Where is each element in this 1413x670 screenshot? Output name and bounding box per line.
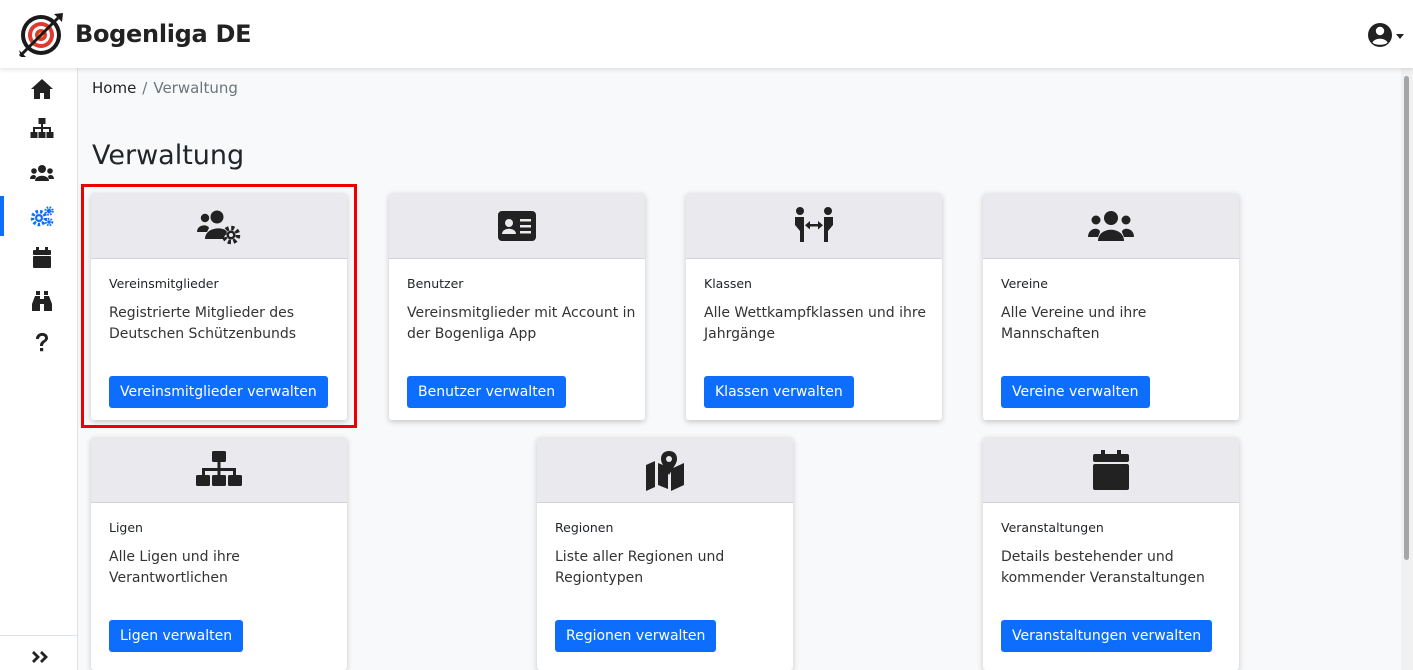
card-text: Vereinsmitglieder mit Account in der Bog… xyxy=(407,305,636,342)
klassen-verwalten-button[interactable]: Klassen verwalten xyxy=(704,376,854,408)
vereine-verwalten-button[interactable]: Vereine verwalten xyxy=(1001,376,1150,408)
card-header xyxy=(91,437,347,503)
sidebar-divider xyxy=(0,635,78,636)
breadcrumb: Home / Verwaltung xyxy=(92,79,238,97)
card-title: Ligen xyxy=(109,520,143,535)
veranstaltungen-verwalten-button[interactable]: Veranstaltungen verwalten xyxy=(1001,620,1213,652)
card-header xyxy=(389,193,645,259)
home-icon xyxy=(31,79,53,99)
breadcrumb-separator: / xyxy=(142,79,148,97)
card-benutzer: Benutzer Vereinsmitglieder mit Account i… xyxy=(389,193,645,420)
scrollbar-thumb[interactable] xyxy=(1404,76,1409,560)
sitemap-icon xyxy=(30,118,54,138)
users-icon xyxy=(1088,211,1134,241)
card-header xyxy=(537,437,793,503)
binoculars-icon xyxy=(32,291,52,311)
card-title: Vereine xyxy=(1001,276,1048,291)
sitemap-icon xyxy=(196,451,242,486)
sidebar-item-ligen[interactable] xyxy=(0,108,78,148)
sidebar-item-suche[interactable] xyxy=(0,281,78,321)
benutzer-verwalten-button[interactable]: Benutzer verwalten xyxy=(407,376,567,408)
sidebar-item-verwaltung[interactable] xyxy=(0,196,78,236)
card-title: Veranstaltungen xyxy=(1001,520,1104,535)
card-text: Details bestehender und kommender Verans… xyxy=(1001,549,1205,586)
vereinsmitglieder-verwalten-button[interactable]: Vereinsmitglieder verwalten xyxy=(109,376,328,408)
card-title: Regionen xyxy=(555,520,614,535)
id-card-icon xyxy=(498,211,536,241)
card-ligen: Ligen Alle Ligen und ihre Verantwortlich… xyxy=(91,437,347,670)
sidebar-item-hilfe[interactable] xyxy=(0,323,78,363)
card-veranstaltungen: Veranstaltungen Details bestehender und … xyxy=(983,437,1239,670)
people-arrows-icon xyxy=(795,207,833,242)
card-title: Benutzer xyxy=(407,276,464,291)
card-text: Registrierte Mitglieder des Deutschen Sc… xyxy=(109,305,297,342)
card-header xyxy=(983,193,1239,259)
card-header xyxy=(91,193,347,259)
breadcrumb-current: Verwaltung xyxy=(153,79,238,97)
sidebar-item-vereine[interactable] xyxy=(0,153,78,193)
calendar-icon xyxy=(1093,450,1129,490)
regionen-verwalten-button[interactable]: Regionen verwalten xyxy=(555,620,717,652)
map-marked-icon xyxy=(646,451,684,491)
card-header xyxy=(686,193,942,259)
card-header xyxy=(983,437,1239,503)
top-navbar: Bogenliga DE xyxy=(0,0,1413,68)
users-cog-icon xyxy=(197,210,241,245)
card-text: Liste aller Regionen und Regiontypen xyxy=(555,549,725,586)
sidebar-item-home[interactable] xyxy=(0,69,78,109)
sidebar-item-veranstaltungen[interactable] xyxy=(0,238,78,278)
card-regionen: Regionen Liste aller Regionen und Region… xyxy=(537,437,793,670)
vertical-scrollbar[interactable] xyxy=(1401,68,1413,670)
sidebar xyxy=(0,68,78,670)
cogs-icon xyxy=(30,206,54,227)
ligen-verwalten-button[interactable]: Ligen verwalten xyxy=(109,620,244,652)
card-text: Alle Wettkampfklassen und ihre Jahrgänge xyxy=(704,305,926,342)
card-klassen: Klassen Alle Wettkampfklassen und ihre J… xyxy=(686,193,942,420)
breadcrumb-home-link[interactable]: Home xyxy=(92,79,136,97)
bogenliga-logo-icon[interactable] xyxy=(18,12,64,58)
card-text: Alle Ligen und ihre Verantwortlichen xyxy=(109,549,240,586)
question-icon xyxy=(36,332,48,352)
card-title: Vereinsmitglieder xyxy=(109,276,219,291)
app-brand[interactable]: Bogenliga DE xyxy=(75,20,252,48)
user-circle-icon[interactable] xyxy=(1366,20,1406,50)
card-text: Alle Vereine und ihre Mannschaften xyxy=(1001,305,1147,342)
calendar-icon xyxy=(33,247,51,268)
users-icon xyxy=(30,165,54,181)
page-title: Verwaltung xyxy=(92,140,245,171)
card-vereinsmitglieder: Vereinsmitglieder Registrierte Mitgliede… xyxy=(91,193,347,420)
card-title: Klassen xyxy=(704,276,752,291)
card-vereine: Vereine Alle Vereine und ihre Mannschaft… xyxy=(983,193,1239,420)
double-chevron-right-icon[interactable] xyxy=(28,646,54,668)
